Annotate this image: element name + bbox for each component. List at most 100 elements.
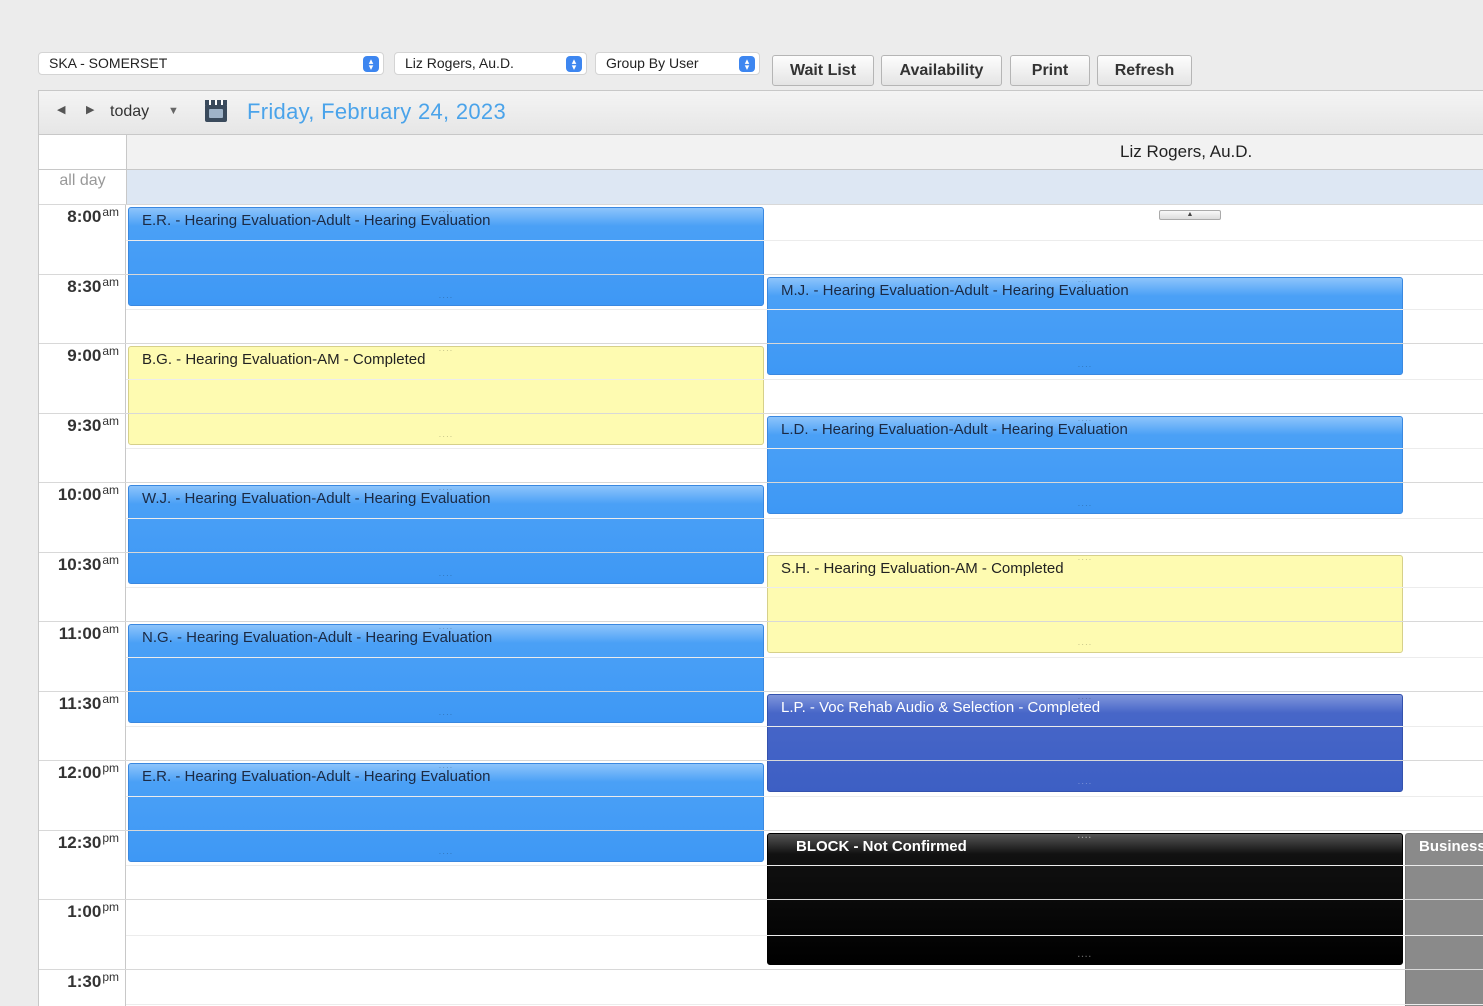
prev-arrow-icon[interactable]: ◀: [57, 103, 65, 116]
select-arrows-icon: ▴ ▾: [363, 56, 379, 72]
time-slot-time: 10:30: [57, 554, 102, 574]
location-select[interactable]: SKA - SOMERSET ▴ ▾: [38, 52, 384, 75]
drag-handle-top-icon[interactable]: ····: [1074, 694, 1096, 702]
grid-line-half-hour: [39, 760, 1483, 761]
resize-handle-icon[interactable]: ····: [1074, 780, 1096, 788]
grid-line-half-hour: [39, 551, 1483, 553]
time-slot-time: 8:00: [67, 207, 102, 226]
time-slot-period: am: [102, 413, 119, 428]
time-slot-label: 11:30am: [59, 692, 119, 714]
resize-handle-icon[interactable]: ····: [435, 710, 457, 718]
time-slot-time: 12:30: [57, 832, 102, 852]
print-button[interactable]: Print: [1010, 55, 1090, 86]
event-title: Business: [1419, 837, 1483, 855]
provider-column-header: Liz Rogers, Au.D.: [126, 135, 1483, 170]
all-day-label: all day: [39, 170, 126, 205]
resize-handle-icon[interactable]: ····: [435, 293, 457, 301]
provider-select[interactable]: Liz Rogers, Au.D. ▴ ▾: [394, 52, 587, 75]
resize-handle-icon[interactable]: ····: [1074, 502, 1096, 510]
calendar-header: ◀ ▶ today ▼ Friday, February 24, 2023: [39, 91, 1483, 135]
grid-line-half-hour: [39, 273, 1483, 275]
time-slot-label: 11:00am: [59, 622, 119, 644]
resize-handle-icon[interactable]: ····: [1074, 641, 1096, 649]
grid-line-half-hour: [39, 621, 1483, 622]
appointment-event[interactable]: M.J. - Hearing Evaluation-Adult - Hearin…: [767, 276, 1403, 376]
event-title: BLOCK - Not Confirmed: [796, 837, 967, 855]
next-arrow-icon[interactable]: ▶: [86, 103, 94, 116]
time-slot-time: 9:00: [67, 346, 102, 365]
drag-handle-top-icon[interactable]: ····: [435, 764, 457, 772]
grid-line-quarter: [126, 448, 1483, 450]
select-arrows-icon: ▴ ▾: [566, 56, 582, 72]
resize-handle-icon[interactable]: ····: [435, 432, 457, 440]
scroll-up-icon[interactable]: ▲: [1159, 210, 1221, 220]
appointment-event[interactable]: L.P. - Voc Rehab Audio & Selection - Com…: [767, 693, 1403, 793]
drag-handle-top-icon[interactable]: ····: [435, 486, 457, 494]
grid-line-quarter: [126, 517, 1483, 519]
all-day-row[interactable]: [126, 170, 1483, 205]
event-title: S.H. - Hearing Evaluation-AM - Completed: [781, 559, 1064, 577]
refresh-button[interactable]: Refresh: [1097, 55, 1192, 86]
time-slot-label: 12:30pm: [58, 831, 119, 853]
event-title: B.G. - Hearing Evaluation-AM - Completed: [142, 351, 426, 368]
grid-line-half-hour: [39, 899, 1483, 900]
resize-handle-icon[interactable]: ····: [1074, 363, 1096, 371]
dropdown-caret-icon[interactable]: ▼: [168, 105, 179, 117]
time-slot-period: am: [102, 552, 119, 567]
time-slot-time: 11:30: [58, 693, 102, 713]
drag-handle-top-icon[interactable]: ····: [435, 347, 457, 355]
appointment-event[interactable]: W.J. - Hearing Evaluation-Adult - Hearin…: [128, 485, 764, 584]
time-slot-period: am: [102, 274, 119, 289]
drag-handle-top-icon[interactable]: ····: [1074, 416, 1096, 424]
grid-line-quarter: [126, 587, 1483, 589]
time-slot-period: pm: [102, 761, 119, 775]
appointment-event[interactable]: E.R. - Hearing Evaluation-Adult - Hearin…: [128, 207, 764, 306]
provider-select-value: Liz Rogers, Au.D.: [405, 55, 514, 71]
grid-line-half-hour: [39, 482, 1483, 483]
time-slot-time: 1:30: [67, 971, 102, 991]
resize-handle-icon[interactable]: ····: [1074, 952, 1096, 960]
drag-handle-top-icon[interactable]: ····: [1074, 277, 1096, 285]
time-slot-label: 1:00pm: [67, 900, 119, 922]
time-slot-period: am: [102, 344, 119, 358]
grid-line-half-hour: [39, 204, 1483, 205]
today-button[interactable]: today: [110, 103, 149, 121]
time-slot-time: 10:00: [57, 485, 102, 504]
drag-handle-top-icon[interactable]: ····: [1074, 834, 1096, 841]
appointment-event[interactable]: E.R. - Hearing Evaluation-Adult - Hearin…: [128, 763, 764, 862]
drag-handle-top-icon[interactable]: ····: [1074, 555, 1096, 563]
grid-line-quarter: [126, 656, 1483, 658]
group-by-select[interactable]: Group By User ▴ ▾: [595, 52, 760, 75]
appointment-event[interactable]: N.G. - Hearing Evaluation-Adult - Hearin…: [128, 624, 764, 723]
appointment-event[interactable]: S.H. - Hearing Evaluation-AM - Completed…: [767, 554, 1403, 654]
appointment-event[interactable]: B.G. - Hearing Evaluation-AM - Completed…: [128, 346, 764, 445]
time-slot-label: 10:00am: [58, 483, 119, 505]
availability-button[interactable]: Availability: [881, 55, 1002, 86]
time-slot-time: 9:30: [67, 415, 102, 435]
resize-handle-icon[interactable]: ····: [435, 571, 457, 579]
time-slot-period: pm: [102, 830, 119, 845]
time-slot-time: 8:30: [67, 276, 102, 296]
time-slot-label: 12:00pm: [58, 761, 119, 783]
drag-handle-top-icon[interactable]: ····: [435, 208, 457, 216]
business-event[interactable]: Business: [1405, 832, 1483, 1006]
header-corner: [39, 135, 126, 170]
grid-line-half-hour: [39, 968, 1483, 970]
calendar-picker-icon[interactable]: [205, 100, 227, 122]
time-slot-label: 8:30am: [67, 275, 119, 297]
time-slot-time: 1:00: [67, 902, 102, 921]
time-slot-period: am: [102, 483, 119, 497]
drag-handle-top-icon[interactable]: ····: [435, 625, 457, 633]
grid-line-quarter: [126, 1004, 1483, 1006]
time-slot-period: pm: [102, 900, 119, 914]
time-slot-period: am: [102, 205, 119, 219]
wait-list-button[interactable]: Wait List: [772, 55, 874, 86]
time-slot-label: 9:00am: [67, 344, 119, 366]
day-calendar: ◀ ▶ today ▼ Friday, February 24, 2023 Li…: [38, 90, 1483, 1006]
time-slot-period: am: [102, 691, 119, 706]
grid-line-half-hour: [39, 690, 1483, 692]
appointment-event[interactable]: L.D. - Hearing Evaluation-Adult - Hearin…: [767, 415, 1403, 515]
grid-line-half-hour: [39, 343, 1483, 344]
time-slot-label: 9:30am: [67, 414, 119, 436]
resize-handle-icon[interactable]: ····: [435, 849, 457, 857]
